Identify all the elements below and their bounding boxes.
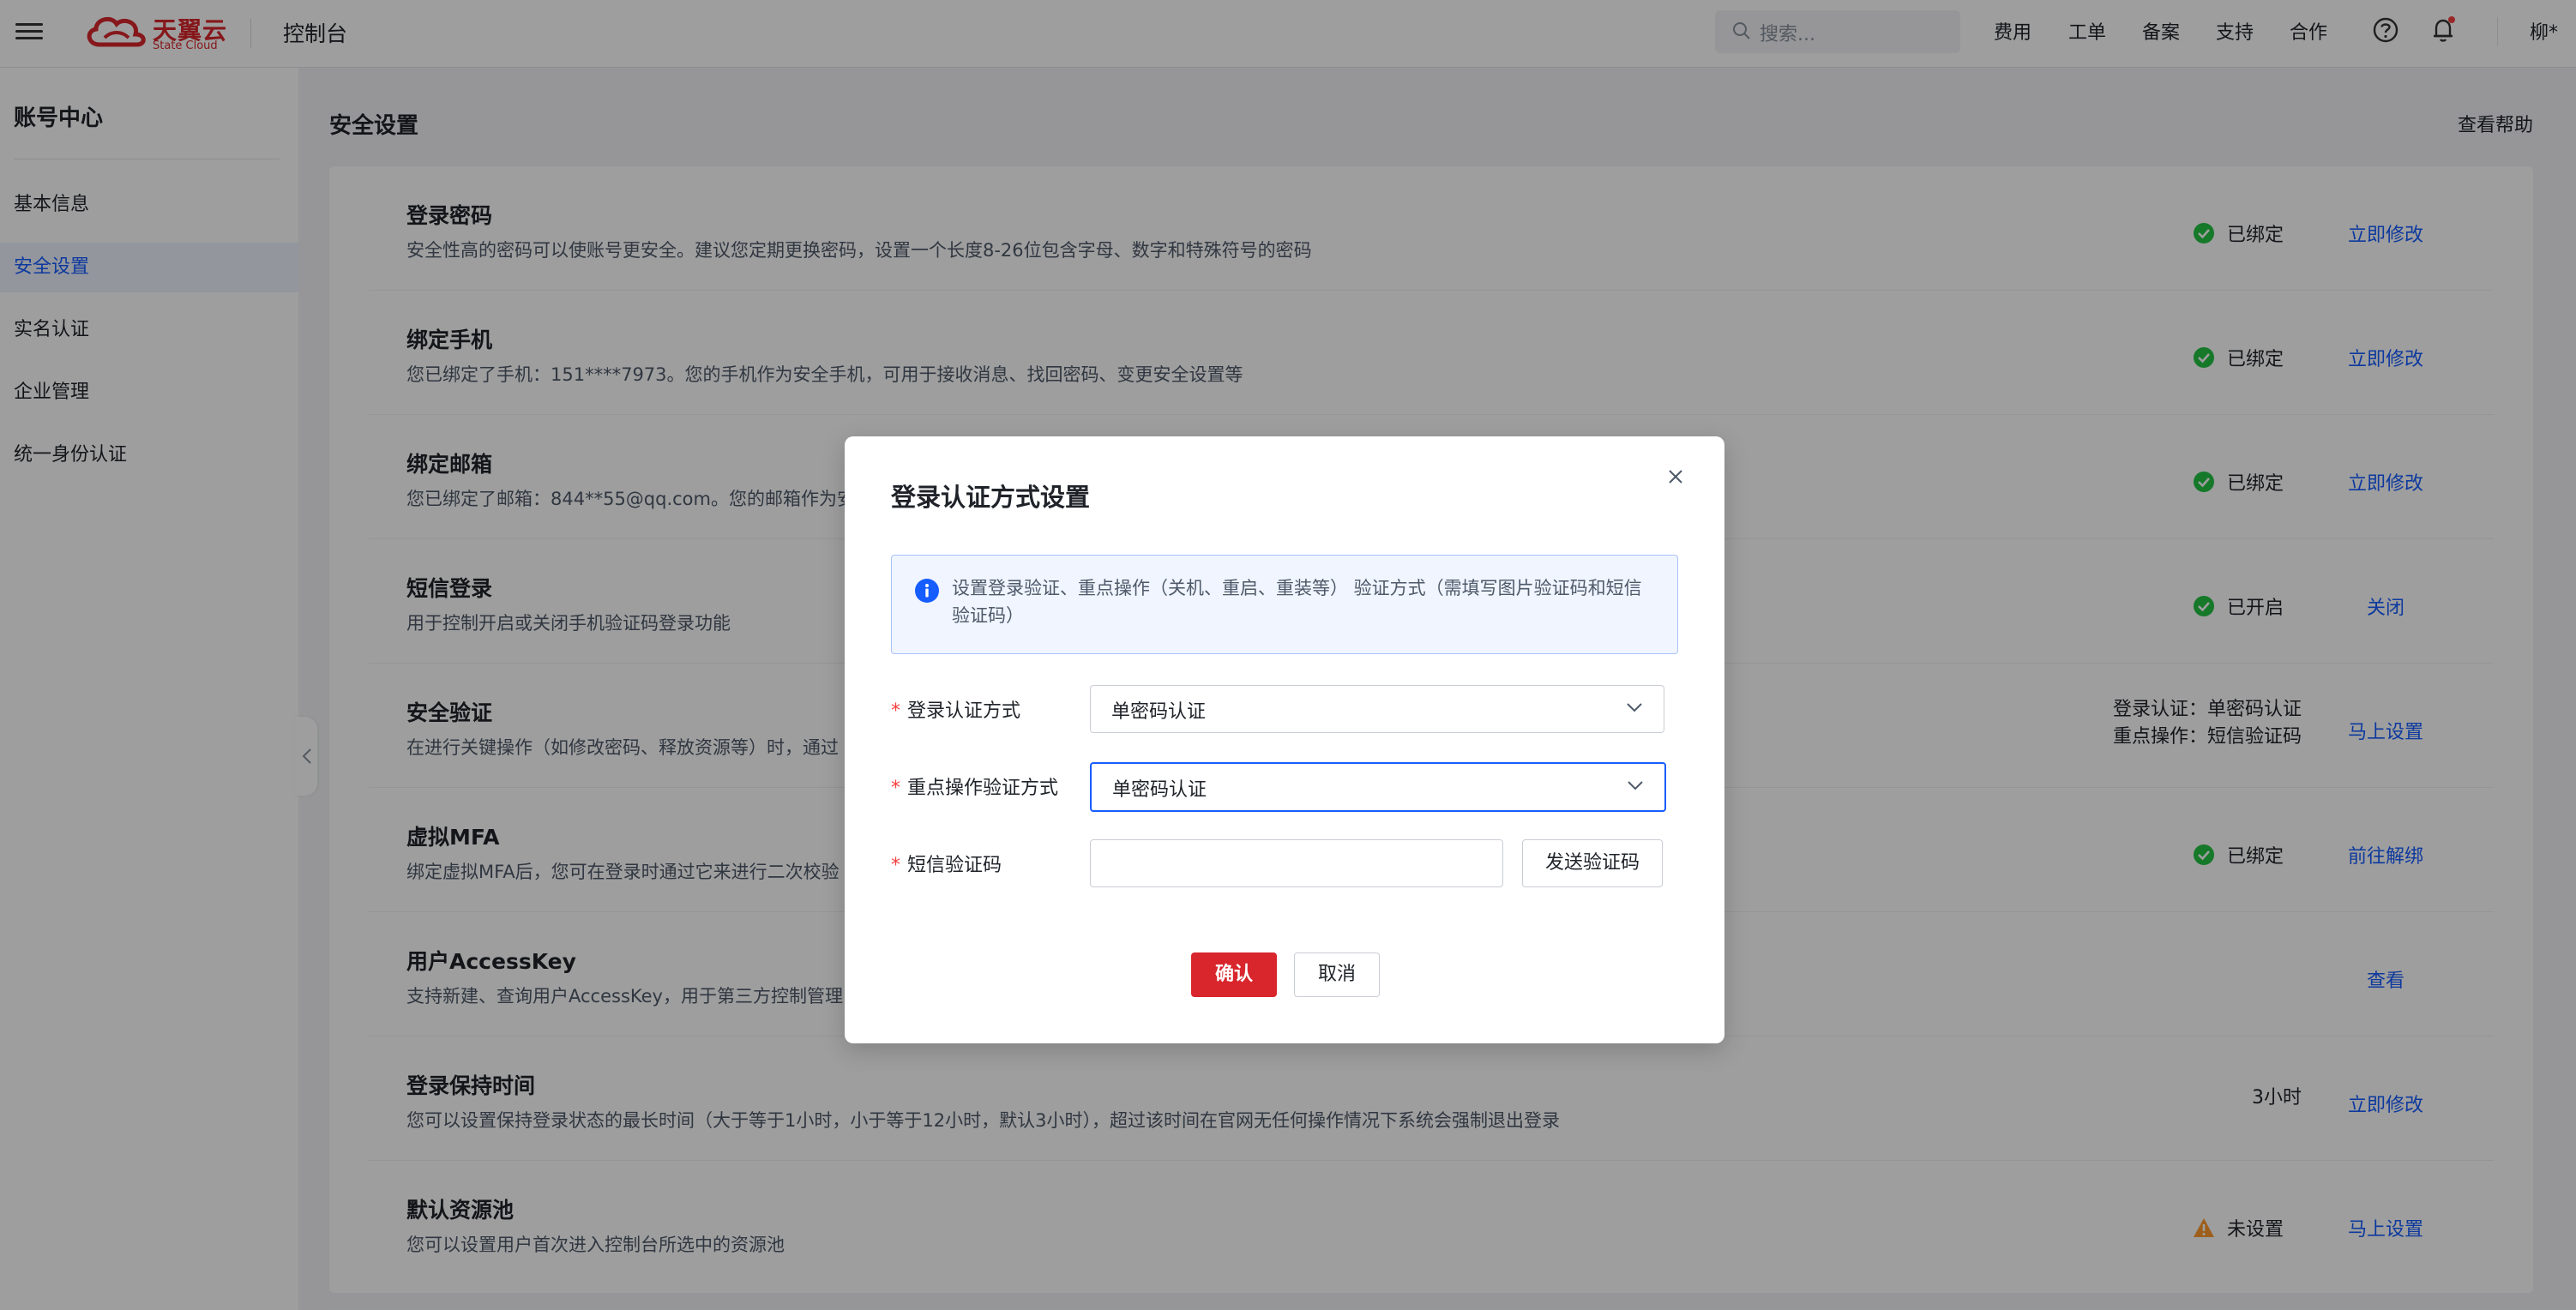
key-op-select-value: 单密码认证 — [1112, 779, 1207, 801]
close-icon[interactable] — [1664, 466, 1687, 488]
key-op-select[interactable]: 单密码认证 — [1090, 762, 1666, 812]
chevron-down-icon — [1627, 703, 1642, 712]
key-op-label: * 重点操作验证方式 — [891, 778, 1059, 799]
modal-title: 登录认证方式设置 — [891, 483, 1091, 512]
info-icon — [915, 579, 939, 603]
confirm-button[interactable]: 确认 — [1191, 952, 1277, 997]
chevron-down-icon — [1628, 781, 1643, 790]
sms-code-label: * 短信验证码 — [891, 855, 1002, 876]
info-alert: 设置登录验证、重点操作（关机、重启、重装等） 验证方式（需填写图片验证码和短信验… — [891, 555, 1678, 654]
login-auth-modal: 登录认证方式设置 设置登录验证、重点操作（关机、重启、重装等） 验证方式（需填写… — [845, 436, 1724, 1043]
cancel-button[interactable]: 取消 — [1294, 952, 1380, 997]
login-auth-select-value: 单密码认证 — [1111, 701, 1207, 723]
send-code-button[interactable]: 发送验证码 — [1522, 839, 1663, 887]
login-auth-label: * 登录认证方式 — [891, 700, 1021, 722]
login-auth-select[interactable]: 单密码认证 — [1090, 685, 1664, 733]
sms-code-input[interactable] — [1090, 839, 1503, 887]
info-text: 设置登录验证、重点操作（关机、重启、重装等） 验证方式（需填写图片验证码和短信验… — [952, 578, 1642, 626]
